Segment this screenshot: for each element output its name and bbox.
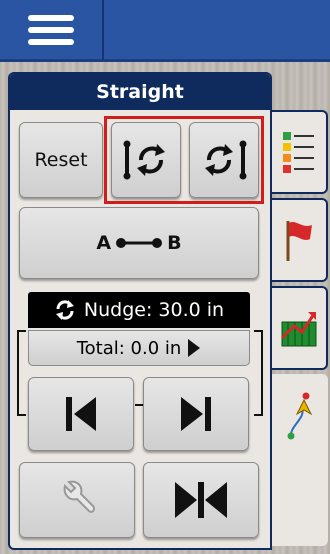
nudge-left-icon bbox=[66, 397, 96, 431]
center-line-icon bbox=[175, 482, 227, 518]
top-bar bbox=[0, 0, 330, 62]
tab-flag[interactable] bbox=[272, 198, 328, 282]
play-triangle-icon bbox=[188, 339, 201, 357]
settings-button[interactable] bbox=[19, 462, 135, 538]
ab-label-b: B bbox=[167, 232, 182, 254]
nudge-right-icon bbox=[181, 397, 211, 431]
field-graph-icon bbox=[280, 312, 317, 347]
reset-label: Reset bbox=[34, 149, 88, 171]
guidance-icon bbox=[287, 392, 312, 440]
bracket-left bbox=[17, 330, 26, 416]
menu-button[interactable] bbox=[0, 0, 104, 60]
panel-title: Straight bbox=[10, 74, 270, 110]
checklist-icon bbox=[283, 132, 314, 173]
total-label: Total: 0.0 in bbox=[76, 337, 182, 359]
bracket-connector bbox=[135, 404, 143, 406]
center-line-button[interactable] bbox=[143, 462, 259, 538]
wrench-icon bbox=[63, 480, 96, 513]
side-tabs bbox=[272, 110, 330, 546]
nudge-label: Nudge: 30.0 in bbox=[83, 299, 225, 321]
nudge-left-button[interactable] bbox=[28, 377, 134, 451]
bracket-right bbox=[254, 330, 263, 416]
reset-button[interactable]: Reset bbox=[19, 122, 103, 198]
tab-field[interactable] bbox=[272, 286, 328, 370]
nudge-display[interactable]: Nudge: 30.0 in bbox=[28, 292, 250, 328]
ab-line-button[interactable]: A B bbox=[19, 207, 259, 279]
ab-label-a: A bbox=[96, 232, 112, 254]
tab-checklist[interactable] bbox=[272, 110, 328, 194]
rotate-line-right-icon bbox=[205, 140, 247, 180]
nudge-right-button[interactable] bbox=[143, 377, 249, 451]
shift-line-left-button[interactable] bbox=[111, 122, 181, 198]
hamburger-icon bbox=[28, 9, 74, 51]
ab-line-icon bbox=[116, 238, 163, 248]
refresh-icon bbox=[55, 300, 74, 320]
total-offset-button[interactable]: Total: 0.0 in bbox=[28, 330, 250, 366]
rotate-line-left-icon bbox=[123, 140, 165, 180]
tab-guidance[interactable] bbox=[272, 374, 328, 546]
shift-line-right-button[interactable] bbox=[189, 122, 259, 198]
flag-icon bbox=[286, 221, 312, 261]
